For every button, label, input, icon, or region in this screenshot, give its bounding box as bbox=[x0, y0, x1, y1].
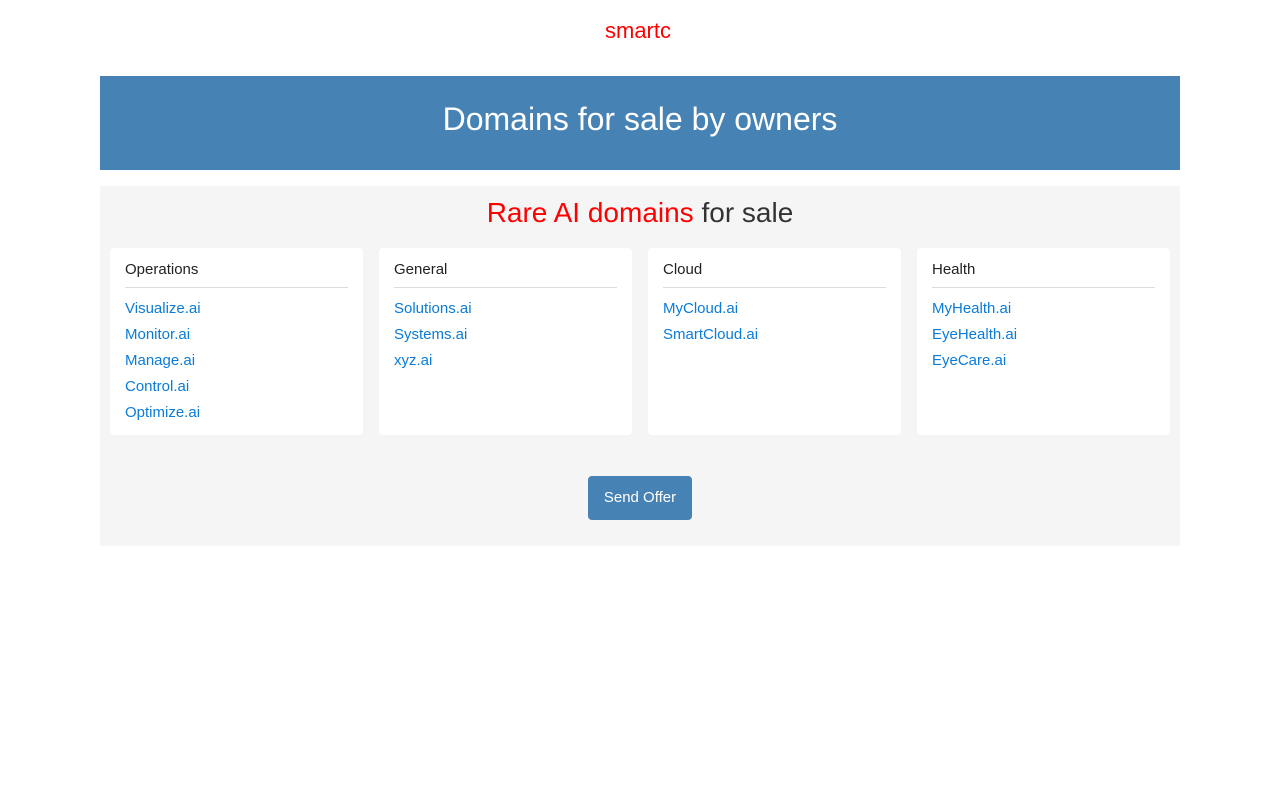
list-item: EyeHealth.ai bbox=[932, 322, 1155, 348]
list-item: Solutions.ai bbox=[394, 296, 617, 322]
list-item: SmartCloud.ai bbox=[663, 322, 886, 348]
list-item: Optimize.ai bbox=[125, 400, 348, 426]
domain-link[interactable]: Monitor.ai bbox=[125, 326, 190, 343]
domain-link[interactable]: Optimize.ai bbox=[125, 404, 200, 421]
domains-panel: Rare AI domains for sale Operations Visu… bbox=[100, 186, 1180, 546]
domain-list: Visualize.ai Monitor.ai Manage.ai Contro… bbox=[125, 296, 348, 426]
site-logo[interactable]: smartc bbox=[605, 16, 675, 46]
list-item: Visualize.ai bbox=[125, 296, 348, 322]
list-item: EyeCare.ai bbox=[932, 348, 1155, 374]
domain-link[interactable]: Solutions.ai bbox=[394, 300, 472, 317]
domain-list: MyCloud.ai SmartCloud.ai bbox=[663, 296, 886, 348]
domain-link[interactable]: Manage.ai bbox=[125, 352, 195, 369]
category-title: Health bbox=[932, 260, 1155, 288]
panel-title-accent: Rare AI domains bbox=[486, 197, 694, 228]
hero-banner: Domains for sale by owners bbox=[100, 76, 1180, 170]
category-title: General bbox=[394, 260, 617, 288]
list-item: Manage.ai bbox=[125, 348, 348, 374]
domain-link[interactable]: Visualize.ai bbox=[125, 300, 201, 317]
header: smartc bbox=[0, 16, 1280, 46]
category-title: Cloud bbox=[663, 260, 886, 288]
category-title: Operations bbox=[125, 260, 348, 288]
domain-link[interactable]: xyz.ai bbox=[394, 352, 432, 369]
list-item: MyHealth.ai bbox=[932, 296, 1155, 322]
domain-link[interactable]: EyeHealth.ai bbox=[932, 326, 1017, 343]
category-card-operations: Operations Visualize.ai Monitor.ai Manag… bbox=[110, 248, 363, 435]
send-offer-button[interactable]: Send Offer bbox=[588, 476, 692, 520]
category-card-cloud: Cloud MyCloud.ai SmartCloud.ai bbox=[648, 248, 901, 435]
domain-link[interactable]: Control.ai bbox=[125, 378, 189, 395]
list-item: Control.ai bbox=[125, 374, 348, 400]
domain-list: MyHealth.ai EyeHealth.ai EyeCare.ai bbox=[932, 296, 1155, 374]
panel-title: Rare AI domains for sale bbox=[100, 196, 1180, 230]
category-card-health: Health MyHealth.ai EyeHealth.ai EyeCare.… bbox=[917, 248, 1170, 435]
list-item: Systems.ai bbox=[394, 322, 617, 348]
hero-title: Domains for sale by owners bbox=[442, 101, 838, 137]
list-item: xyz.ai bbox=[394, 348, 617, 374]
domain-list: Solutions.ai Systems.ai xyz.ai bbox=[394, 296, 617, 374]
list-item: Monitor.ai bbox=[125, 322, 348, 348]
domain-link[interactable]: Systems.ai bbox=[394, 326, 467, 343]
domain-link[interactable]: EyeCare.ai bbox=[932, 352, 1006, 369]
domain-link[interactable]: SmartCloud.ai bbox=[663, 326, 758, 343]
panel-title-rest: for sale bbox=[701, 197, 794, 228]
category-cards: Operations Visualize.ai Monitor.ai Manag… bbox=[110, 248, 1170, 435]
domain-link[interactable]: MyHealth.ai bbox=[932, 300, 1011, 317]
domain-link[interactable]: MyCloud.ai bbox=[663, 300, 738, 317]
list-item: MyCloud.ai bbox=[663, 296, 886, 322]
category-card-general: General Solutions.ai Systems.ai xyz.ai bbox=[379, 248, 632, 435]
